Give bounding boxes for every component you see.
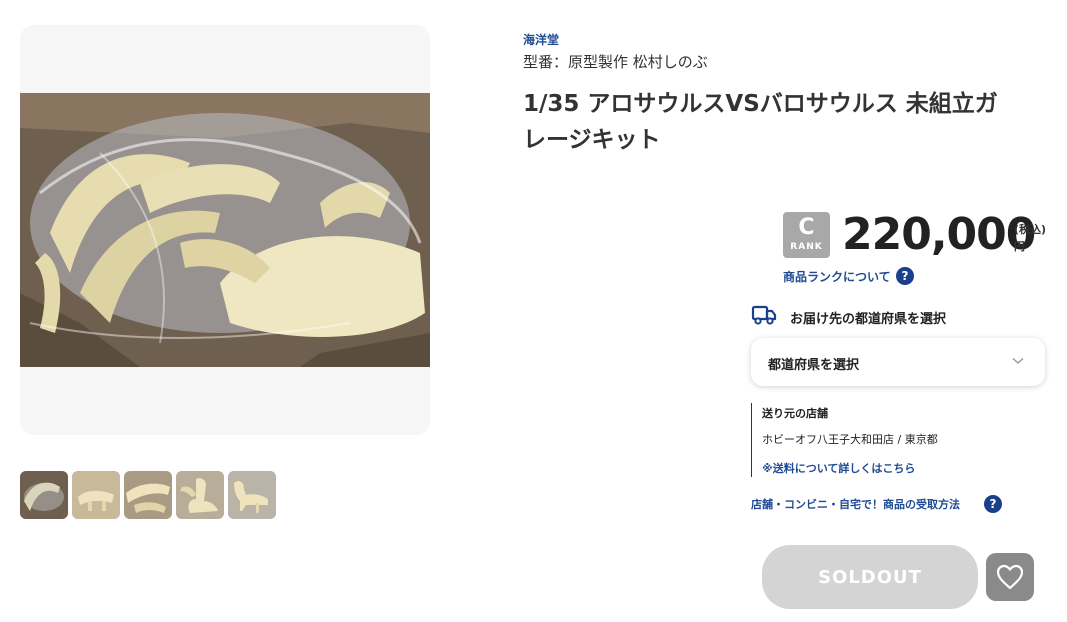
prefecture-select-value: 都道府県を選択 [768,358,860,373]
pickup-method-link[interactable]: 店舗・コンビニ・自宅で！商品の受取方法 [751,496,960,512]
brand-name[interactable]: 海洋堂 [523,31,559,48]
currency-label: 円 [1014,240,1025,253]
thumbnail-strip [20,471,276,519]
favorite-button[interactable] [986,553,1034,601]
rank-help-icon[interactable]: ? [896,267,914,285]
soldout-button[interactable]: SOLDOUT [762,545,978,609]
shipping-fee-link[interactable]: ※送料について詳しくはこちら [762,460,915,476]
truck-icon [751,305,777,325]
rank-sub-label: RANK [790,242,823,252]
prefecture-select[interactable]: 都道府県を選択 [751,338,1045,386]
model-number: 型番：原型製作 松村しのぶ [523,53,708,71]
chevron-down-icon [1012,357,1024,364]
pickup-help-icon[interactable]: ? [984,495,1002,513]
shipping-origin-title: 送り元の店舗 [762,407,828,420]
main-product-image[interactable] [20,93,430,367]
rank-info-link[interactable]: 商品ランクについて [783,268,891,285]
thumbnail-5[interactable] [228,471,276,519]
main-image-frame [20,25,430,435]
thumbnail-1[interactable] [20,471,68,519]
heart-icon [996,564,1024,590]
thumbnail-3[interactable] [124,471,172,519]
product-title: 1/35 アロサウルスVSバロサウルス 未組立ガレージキット [523,91,998,153]
shipping-origin-store: ホビーオフ八王子大和田店 / 東京都 [762,433,938,446]
thumbnail-2[interactable] [72,471,120,519]
rank-letter: C [798,215,815,240]
product-page: 海洋堂 型番：原型製作 松村しのぶ 1/35 アロサウルスVSバロサウルス 未組… [0,0,1067,622]
thumbnail-4[interactable] [176,471,224,519]
price-value: 220,000 [842,209,1036,260]
rank-badge: C RANK [783,212,830,258]
delivery-label: お届け先の都道府県を選択 [790,312,947,327]
tax-label: (税込) [1014,223,1047,236]
